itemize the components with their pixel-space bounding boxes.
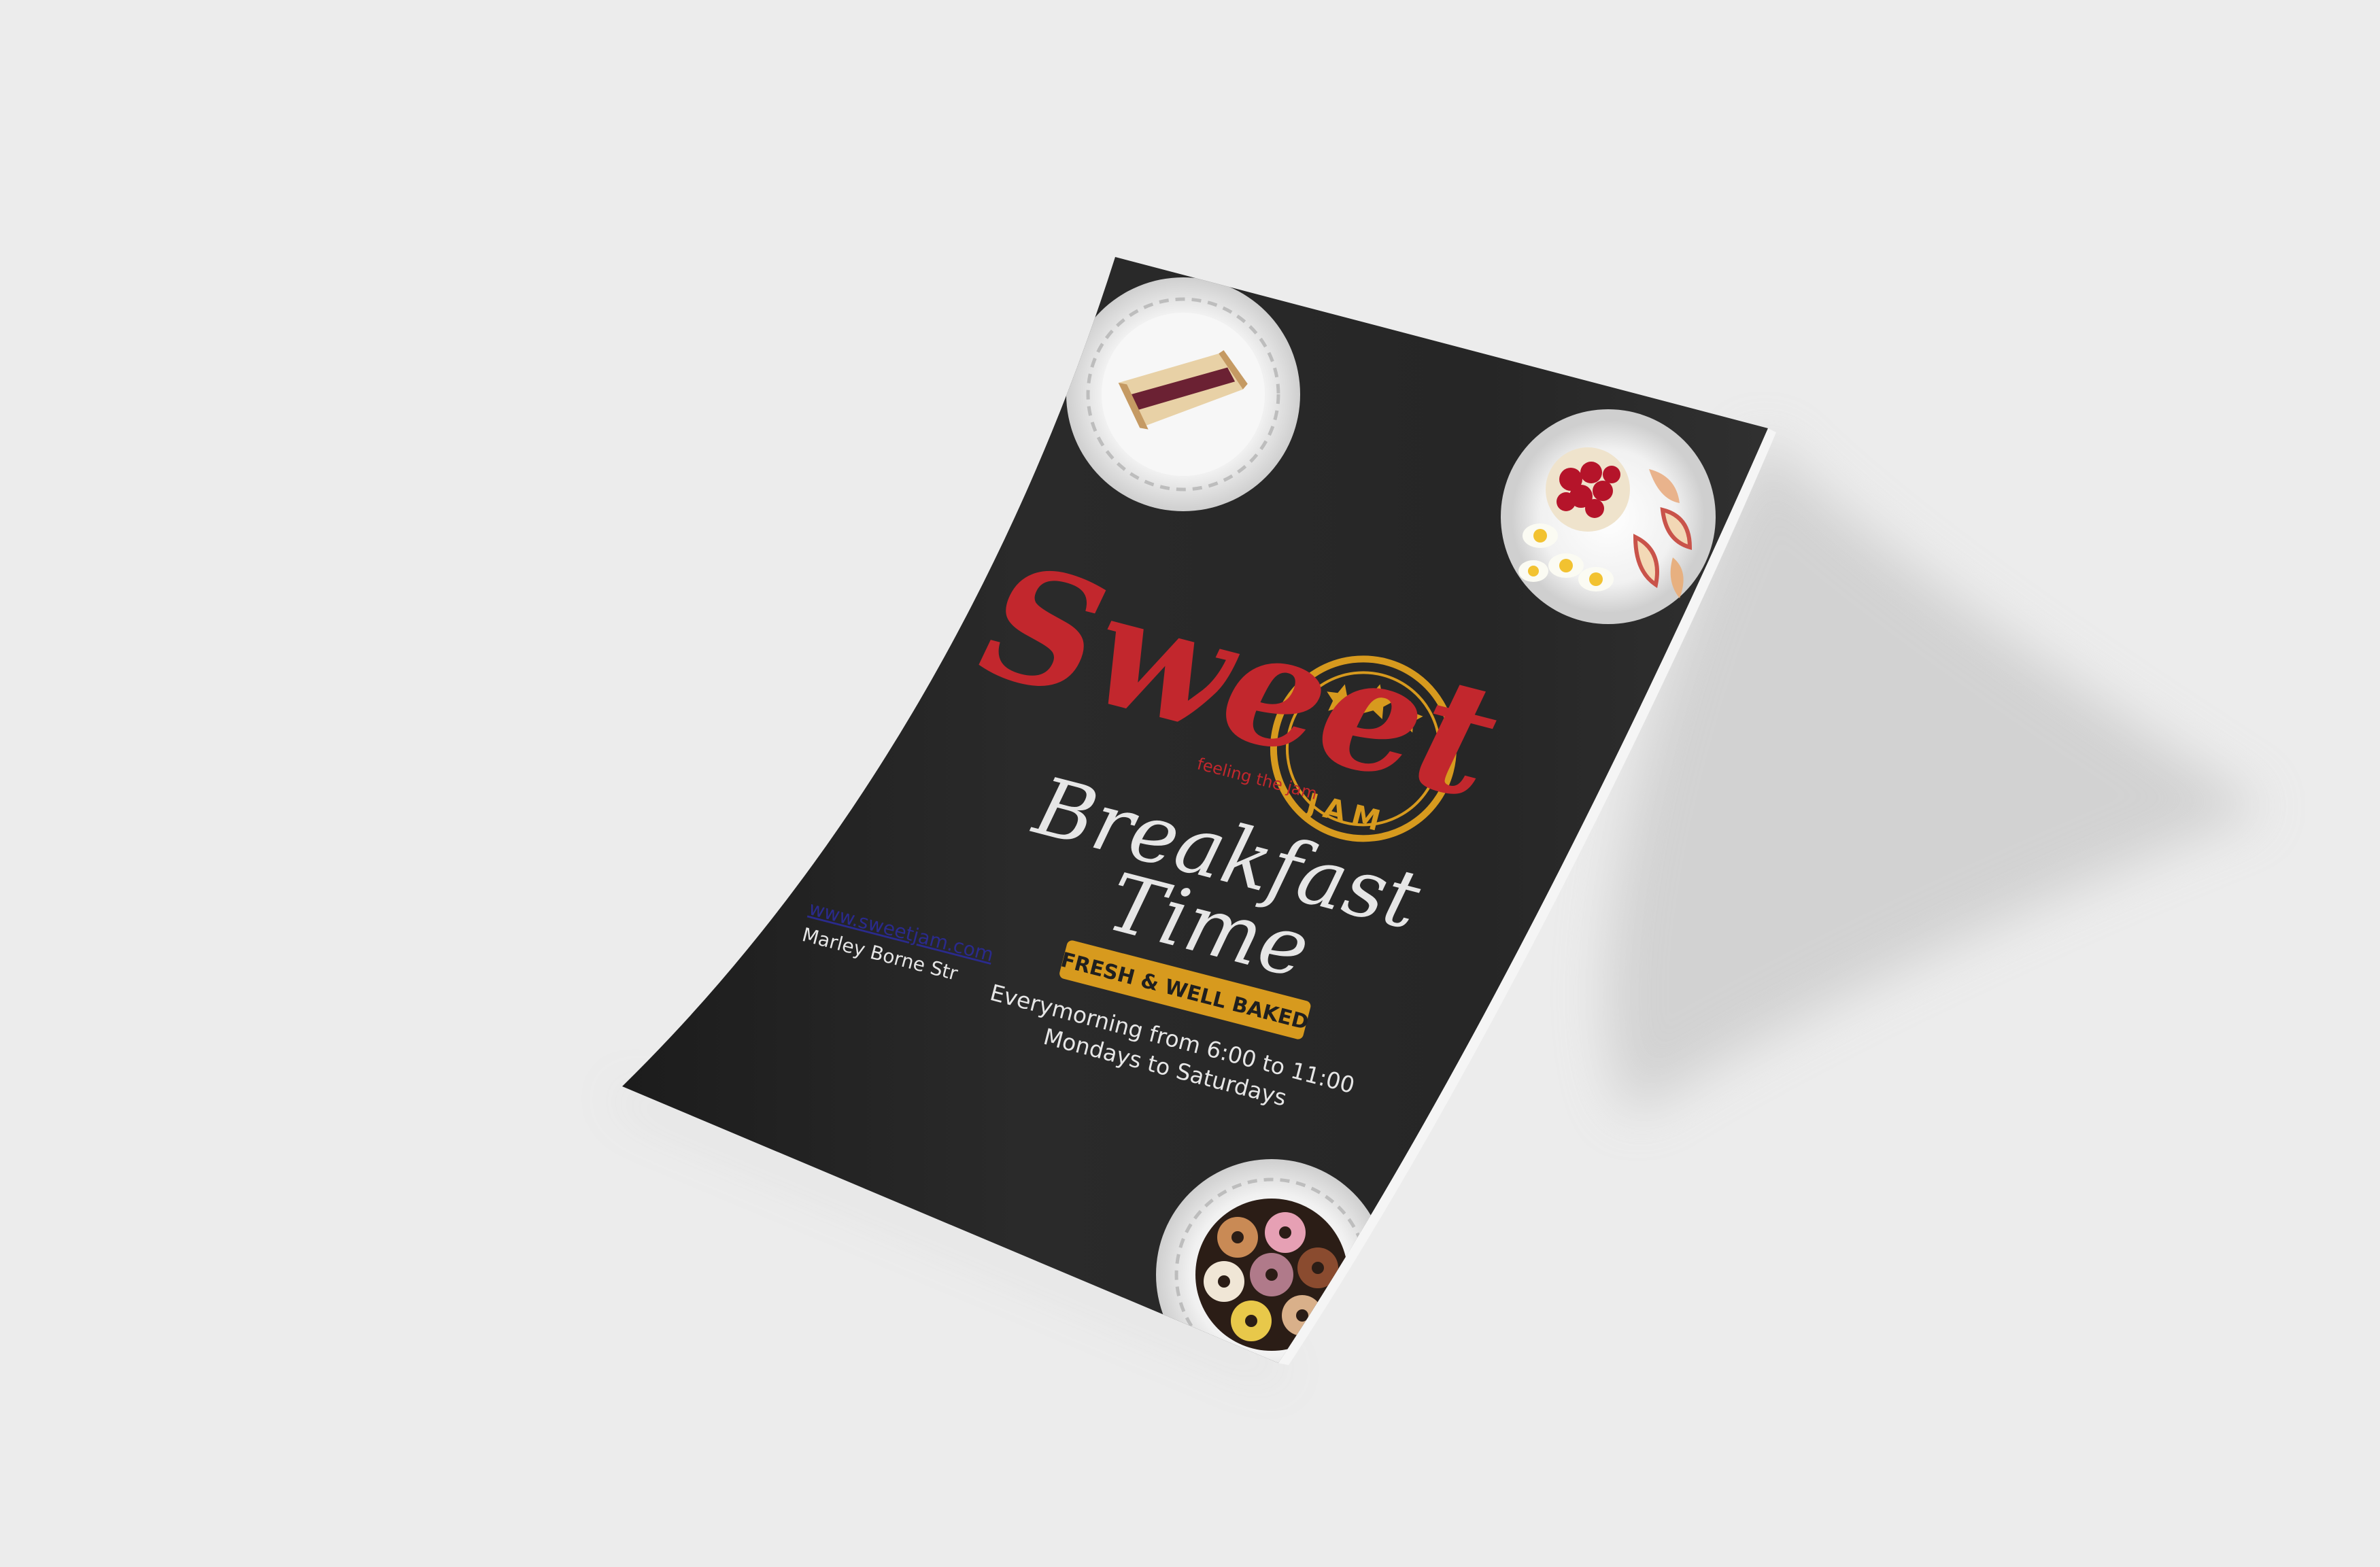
mockup-scene: JAM Sweet feeling the jam Breakfast Time… [0, 0, 2380, 1564]
fruit-and-eggs-plate-icon [1501, 409, 1716, 624]
sandwich-plate-icon [1066, 277, 1300, 511]
flyer: JAM Sweet feeling the jam Breakfast Time… [622, 257, 1776, 1365]
mockup-svg: JAM Sweet feeling the jam Breakfast Time… [615, 257, 2264, 1380]
donuts-plate-icon [1156, 1159, 1387, 1363]
